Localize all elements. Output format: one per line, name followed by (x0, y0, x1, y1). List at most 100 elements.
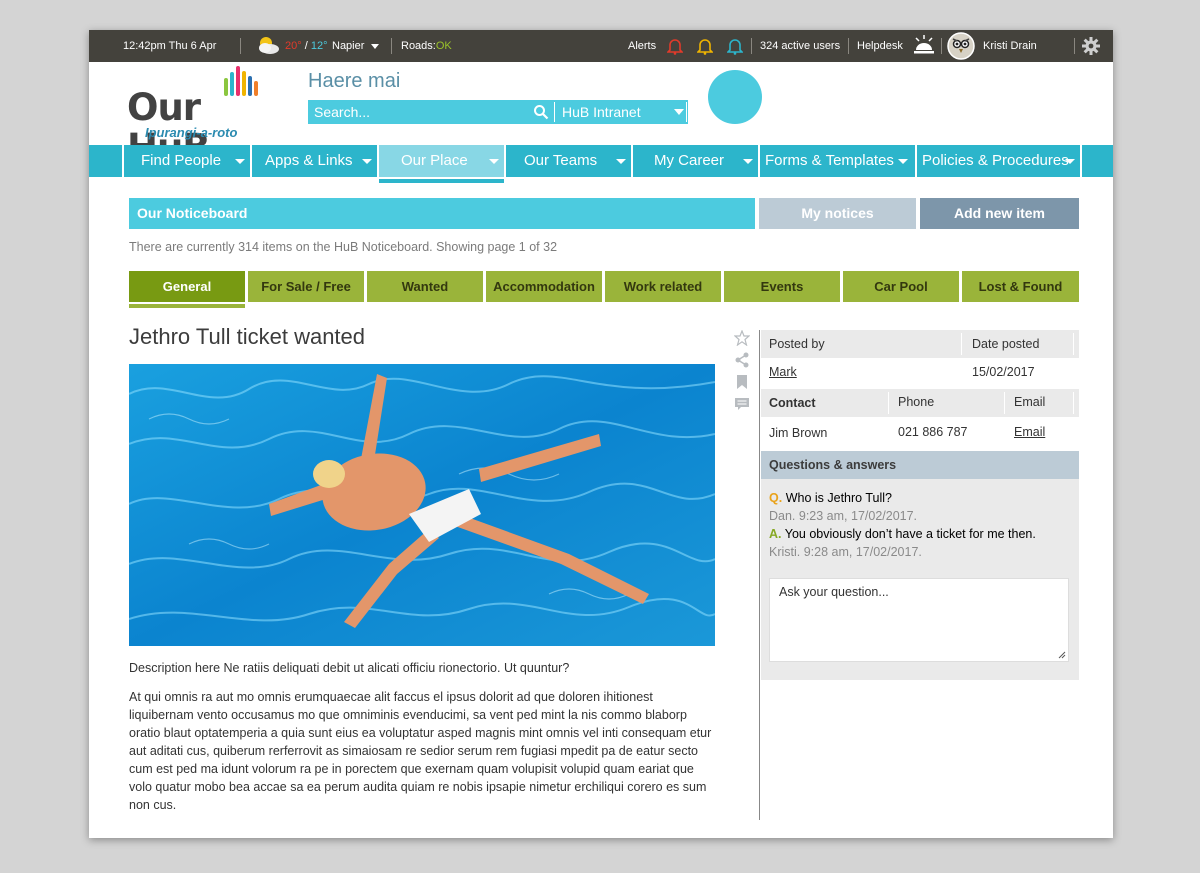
avatar[interactable] (947, 32, 975, 63)
divider (759, 330, 760, 820)
tab-label: Wanted (401, 279, 449, 294)
nav-label: My Career (654, 152, 725, 169)
question: Q. Who is Jethro Tull? (769, 491, 892, 505)
bookmark-icon[interactable] (734, 374, 750, 390)
temp-high: 20° (285, 40, 302, 52)
search-scope-select[interactable]: HuB Intranet (562, 100, 641, 124)
chevron-down-icon (898, 159, 908, 164)
logo[interactable]: Our HuB Ipurangi-a-roto (127, 66, 273, 168)
divider (888, 392, 889, 414)
qa-title: Questions & answers (761, 451, 1079, 479)
contact-header-row: Contact Phone Email (761, 389, 1079, 417)
divider (1004, 392, 1005, 414)
tab-car-pool[interactable]: Car Pool (843, 271, 959, 302)
tab-label: Events (760, 279, 804, 294)
tab-label: Lost & Found (978, 279, 1063, 294)
helpdesk-link[interactable]: Helpdesk (857, 30, 903, 62)
tab-events[interactable]: Events (724, 271, 840, 302)
nav-item-apps-links[interactable]: Apps & Links (250, 145, 377, 177)
posted-value-row: Mark 15/02/2017 (761, 358, 1079, 388)
tab-work-related[interactable]: Work related (605, 271, 721, 302)
nav-label: Policies & Procedures (922, 152, 1069, 169)
contact-label: Contact (769, 396, 816, 410)
alerts-label: Alerts (628, 40, 657, 52)
divider (1073, 333, 1074, 355)
search-bar: HuB Intranet (308, 100, 688, 124)
ask-question-input[interactable] (769, 578, 1069, 662)
nav-label: Forms & Templates (765, 152, 894, 169)
chevron-down-icon (1065, 159, 1075, 164)
star-icon[interactable] (734, 330, 750, 346)
tab-label: For Sale / Free (261, 279, 351, 294)
share-icon[interactable] (734, 352, 750, 368)
bell-icon[interactable] (696, 37, 714, 55)
article-image (129, 364, 715, 646)
nav-item-find-people[interactable]: Find People (122, 145, 250, 177)
chevron-down-icon[interactable] (674, 109, 684, 115)
nav-label: Our Teams (524, 152, 598, 169)
comment-icon[interactable] (734, 396, 750, 412)
email-link[interactable]: Email (1014, 425, 1045, 439)
nav-label: Apps & Links (265, 152, 353, 169)
tab-for-sale-free[interactable]: For Sale / Free (248, 271, 364, 302)
contact-name: Jim Brown (769, 426, 828, 440)
app-window: 12:42pm Thu 6 Apr 20° / 12° Napier Roads… (89, 30, 1113, 838)
nav-item-our-place[interactable]: Our Place (377, 145, 504, 183)
divider (686, 102, 687, 122)
datetime: 12:42pm Thu 6 Apr (123, 40, 217, 52)
gear-icon[interactable] (1082, 37, 1100, 58)
add-new-item-button[interactable]: Add new item (920, 198, 1079, 229)
bell-icon[interactable] (666, 37, 684, 55)
answer: A. You obviously don’t have a ticket for… (769, 527, 1036, 541)
nav-item-forms-templates[interactable]: Forms & Templates (758, 145, 915, 177)
nav-item-my-career[interactable]: My Career (631, 145, 758, 177)
posted-header-row: Posted by Date posted (761, 330, 1079, 358)
main-nav: Find People Apps & Links Our Place Our T… (89, 145, 1113, 183)
article-description: Description here Ne ratiis deliquati deb… (129, 661, 570, 675)
weather-temps: 20° / 12° (285, 30, 327, 62)
tab-general[interactable]: General (129, 271, 245, 308)
user-name[interactable]: Kristi Drain (983, 30, 1037, 62)
chevron-down-icon (743, 159, 753, 164)
qa-panel: Q. Who is Jethro Tull? Dan. 9:23 am, 17/… (761, 479, 1079, 680)
nav-item-policies-procedures[interactable]: Policies & Procedures (915, 145, 1082, 177)
tab-wanted[interactable]: Wanted (367, 271, 483, 302)
answer-prefix: A. (769, 527, 782, 541)
weather-icon (255, 34, 281, 59)
active-indicator (379, 179, 504, 183)
nav-label: Our Place (401, 152, 468, 169)
service-bell-icon[interactable] (912, 34, 936, 59)
article-title: Jethro Tull ticket wanted (129, 324, 366, 349)
bell-icon[interactable] (726, 37, 744, 55)
divider (240, 38, 241, 54)
status-bar: 12:42pm Thu 6 Apr 20° / 12° Napier Roads… (89, 30, 1113, 62)
tab-accommodation[interactable]: Accommodation (486, 271, 602, 302)
tab-lost-found[interactable]: Lost & Found (962, 271, 1079, 302)
question-meta: Dan. 9:23 am, 17/02/2017. (769, 509, 918, 523)
roads-status: Roads:OK (401, 30, 452, 62)
resize-handle-icon[interactable] (1058, 651, 1066, 659)
chevron-down-icon (371, 43, 380, 49)
search-icon[interactable] (533, 104, 549, 120)
my-notices-button[interactable]: My notices (759, 198, 916, 229)
divider (941, 38, 942, 54)
answer-meta: Kristi. 9:28 am, 17/02/2017. (769, 545, 922, 559)
item-count-text: There are currently 314 items on the HuB… (129, 240, 558, 254)
temp-low: 12° (310, 40, 328, 52)
divider (391, 38, 392, 54)
divider (751, 38, 752, 54)
chevron-down-icon (235, 159, 245, 164)
divider (1073, 392, 1074, 414)
active-users: 324 active users (760, 40, 841, 52)
tab-label: General (162, 279, 212, 294)
location-selector[interactable]: Napier (332, 30, 380, 62)
date-posted-label: Date posted (972, 337, 1040, 351)
nav-item-our-teams[interactable]: Our Teams (504, 145, 631, 177)
divider (848, 38, 849, 54)
location-label: Napier (332, 40, 365, 52)
posted-by-link[interactable]: Mark (769, 365, 797, 379)
tab-label: Work related (623, 279, 703, 294)
logo-subtitle: Ipurangi-a-roto (145, 125, 238, 140)
search-input[interactable] (308, 100, 534, 124)
email-label: Email (1014, 395, 1046, 409)
